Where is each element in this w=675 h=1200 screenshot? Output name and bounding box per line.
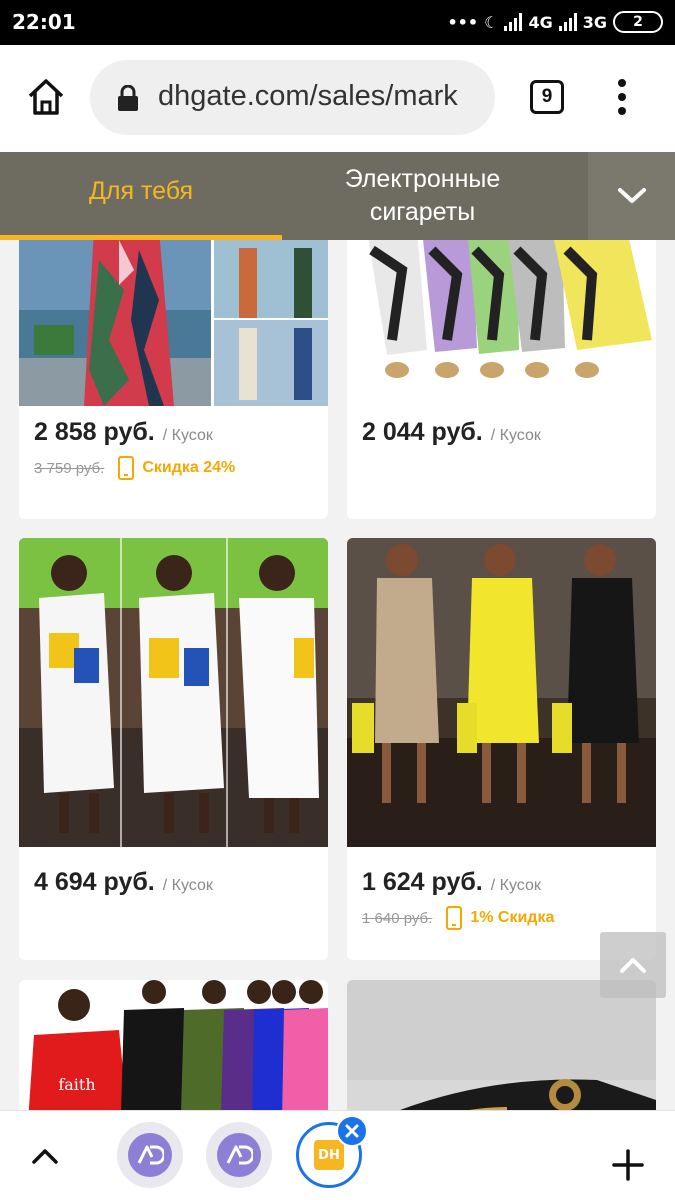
product-unit: / Кусок xyxy=(162,427,213,444)
status-time: 22:01 xyxy=(12,10,76,34)
tab-e-cigarettes[interactable]: Электронные сигареты xyxy=(290,152,555,240)
tab-for-you[interactable]: Для тебя xyxy=(0,152,282,240)
tab-switcher-button[interactable]: 9 xyxy=(530,80,564,114)
battery-icon: 2 xyxy=(613,11,663,33)
product-card[interactable]: 2 858 руб. / Кусок 3 759 руб. Скидка 24% xyxy=(19,240,328,519)
product-image[interactable] xyxy=(19,240,328,406)
network-label-2: 3G xyxy=(582,12,607,32)
price-line: 1 624 руб. / Кусок xyxy=(362,868,541,897)
product-image[interactable] xyxy=(347,240,656,406)
signal-icon-2 xyxy=(558,13,577,31)
mobile-deal-icon xyxy=(118,456,135,480)
expand-categories-button[interactable] xyxy=(588,152,675,240)
product-card[interactable]: 2 044 руб. / Кусок xyxy=(347,240,656,519)
expand-tabs-icon[interactable] xyxy=(28,1141,62,1171)
dhgate-app-icon: DH xyxy=(314,1140,344,1170)
discount-line: 3 759 руб. Скидка 24% xyxy=(34,456,235,480)
old-price: 1 640 руб. xyxy=(362,909,433,927)
discount-label: Скидка 24% xyxy=(142,459,236,476)
product-card[interactable]: 1 624 руб. / Кусок 1 640 руб. 1% Скидка xyxy=(347,538,656,960)
product-grid: 2 858 руб. / Кусок 3 759 руб. Скидка 24% xyxy=(0,240,675,1110)
product-image[interactable] xyxy=(347,538,656,847)
app-bubble-2[interactable] xyxy=(206,1122,272,1188)
price-line: 4 694 руб. / Кусок xyxy=(34,868,213,897)
product-unit: / Кусок xyxy=(490,877,541,894)
status-icons: ••• ☾ 4G 3G 2 xyxy=(447,9,663,35)
product-price: 4 694 руб. xyxy=(34,868,155,896)
product-card[interactable] xyxy=(347,980,656,1110)
overflow-menu-icon[interactable] xyxy=(612,77,632,117)
browser-toolbar: dhgate.com/sales/mark 9 xyxy=(0,45,675,152)
old-price: 3 759 руб. xyxy=(34,459,105,477)
scroll-to-top-button[interactable] xyxy=(600,932,666,998)
status-bar: 22:01 ••• ☾ 4G 3G 2 xyxy=(0,0,675,45)
do-not-disturb-icon: ☾ xyxy=(484,12,499,32)
signal-icon xyxy=(504,13,523,31)
network-label-1: 4G xyxy=(528,12,553,32)
product-image[interactable] xyxy=(19,538,328,847)
price-line: 2 044 руб. / Кусок xyxy=(362,418,541,447)
app-badge-icon xyxy=(128,1133,172,1177)
category-tabs: Для тебя Электронные сигареты xyxy=(0,152,675,240)
product-unit: / Кусок xyxy=(162,877,213,894)
close-bubble-icon[interactable] xyxy=(336,1115,368,1147)
app-bubble-1[interactable] xyxy=(117,1122,183,1188)
address-bar[interactable]: dhgate.com/sales/mark xyxy=(90,60,495,135)
notification-dots-icon: ••• xyxy=(447,12,479,32)
chevron-up-icon xyxy=(620,958,646,973)
product-price: 2 858 руб. xyxy=(34,418,155,446)
app-badge-icon xyxy=(217,1133,261,1177)
url-text: dhgate.com/sales/mark xyxy=(158,80,458,112)
new-tab-plus-icon[interactable] xyxy=(610,1147,646,1183)
product-image[interactable] xyxy=(347,980,656,1110)
discount-line: 1 640 руб. 1% Скидка xyxy=(362,906,554,930)
lock-icon xyxy=(118,85,138,111)
product-card[interactable]: 4 694 руб. / Кусок xyxy=(19,538,328,960)
product-price: 1 624 руб. xyxy=(362,868,483,896)
chevron-down-icon xyxy=(617,188,646,203)
mobile-deal-icon xyxy=(446,906,463,930)
product-card[interactable]: faith xyxy=(19,980,328,1110)
product-image[interactable]: faith xyxy=(19,980,328,1110)
shirt-print-text: faith xyxy=(58,1075,95,1094)
home-icon[interactable] xyxy=(26,77,66,117)
product-unit: / Кусок xyxy=(490,427,541,444)
product-price: 2 044 руб. xyxy=(362,418,483,446)
discount-label: 1% Скидка xyxy=(470,909,555,926)
price-line: 2 858 руб. / Кусок xyxy=(34,418,213,447)
